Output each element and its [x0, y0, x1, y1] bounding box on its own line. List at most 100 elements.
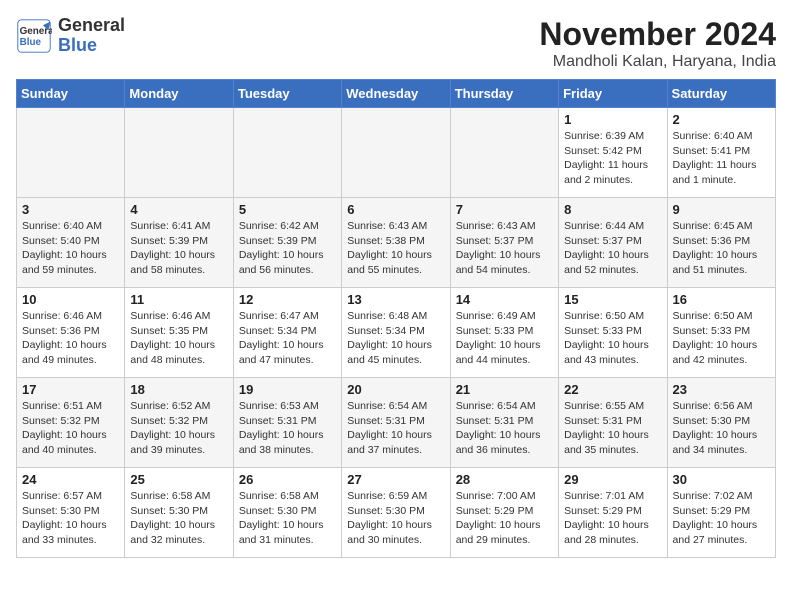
day-number: 28	[456, 472, 553, 487]
day-number: 16	[673, 292, 770, 307]
calendar-subtitle: Mandholi Kalan, Haryana, India	[539, 53, 776, 71]
calendar-header: Sunday Monday Tuesday Wednesday Thursday…	[17, 80, 776, 108]
calendar-cell: 24Sunrise: 6:57 AM Sunset: 5:30 PM Dayli…	[17, 468, 125, 558]
day-info: Sunrise: 6:44 AM Sunset: 5:37 PM Dayligh…	[564, 219, 661, 278]
day-number: 1	[564, 112, 661, 127]
title-block: November 2024 Mandholi Kalan, Haryana, I…	[539, 16, 776, 71]
day-info: Sunrise: 6:59 AM Sunset: 5:30 PM Dayligh…	[347, 489, 444, 548]
calendar-cell: 7 Sunrise: 6:43 AM Sunset: 5:37 PM Daylig…	[450, 198, 558, 288]
calendar-cell: 3 Sunrise: 6:40 AM Sunset: 5:40 PM Daylig…	[17, 198, 125, 288]
day-number: 19	[239, 382, 336, 397]
day-info: Sunrise: 6:50 AM Sunset: 5:33 PM Dayligh…	[564, 309, 661, 368]
calendar-week-row: 24Sunrise: 6:57 AM Sunset: 5:30 PM Dayli…	[17, 468, 776, 558]
day-info: Sunrise: 6:54 AM Sunset: 5:31 PM Dayligh…	[347, 399, 444, 458]
logo-line2: Blue	[58, 36, 125, 56]
col-thursday: Thursday	[450, 80, 558, 108]
day-number: 18	[130, 382, 227, 397]
day-number: 20	[347, 382, 444, 397]
page-header: General Blue General Blue November 2024 …	[16, 16, 776, 71]
day-info: Sunrise: 6:51 AM Sunset: 5:32 PM Dayligh…	[22, 399, 119, 458]
col-saturday: Saturday	[667, 80, 775, 108]
day-info: Sunrise: 6:50 AM Sunset: 5:33 PM Dayligh…	[673, 309, 770, 368]
calendar-week-row: 10 Sunrise: 6:46 AM Sunset: 5:36 PM Dayli…	[17, 288, 776, 378]
calendar-week-row: 17 Sunrise: 6:51 AM Sunset: 5:32 PM Dayli…	[17, 378, 776, 468]
calendar-cell: 8Sunrise: 6:44 AM Sunset: 5:37 PM Daylig…	[559, 198, 667, 288]
day-info: Sunrise: 6:46 AM Sunset: 5:36 PM Dayligh…	[22, 309, 119, 368]
day-number: 25	[130, 472, 227, 487]
day-number: 11	[130, 292, 227, 307]
day-info: Sunrise: 6:56 AM Sunset: 5:30 PM Dayligh…	[673, 399, 770, 458]
day-number: 3	[22, 202, 119, 217]
calendar-cell: 10 Sunrise: 6:46 AM Sunset: 5:36 PM Dayli…	[17, 288, 125, 378]
calendar-cell: 16 Sunrise: 6:50 AM Sunset: 5:33 PM Dayli…	[667, 288, 775, 378]
day-number: 23	[673, 382, 770, 397]
day-number: 24	[22, 472, 119, 487]
calendar-cell: 11 Sunrise: 6:46 AM Sunset: 5:35 PM Dayli…	[125, 288, 233, 378]
calendar-cell: 12 Sunrise: 6:47 AM Sunset: 5:34 PM Dayli…	[233, 288, 341, 378]
day-number: 30	[673, 472, 770, 487]
calendar-cell: 18Sunrise: 6:52 AM Sunset: 5:32 PM Dayli…	[125, 378, 233, 468]
logo-text: General Blue	[58, 16, 125, 56]
logo-icon: General Blue	[16, 18, 52, 54]
logo: General Blue General Blue	[16, 16, 125, 56]
day-info: Sunrise: 6:41 AM Sunset: 5:39 PM Dayligh…	[130, 219, 227, 278]
calendar-title: November 2024	[539, 16, 776, 53]
calendar-cell: 14 Sunrise: 6:49 AM Sunset: 5:33 PM Dayli…	[450, 288, 558, 378]
calendar-cell: 21 Sunrise: 6:54 AM Sunset: 5:31 PM Dayli…	[450, 378, 558, 468]
day-info: Sunrise: 6:40 AM Sunset: 5:41 PM Dayligh…	[673, 129, 770, 188]
day-info: Sunrise: 6:43 AM Sunset: 5:38 PM Dayligh…	[347, 219, 444, 278]
day-info: Sunrise: 7:01 AM Sunset: 5:29 PM Dayligh…	[564, 489, 661, 548]
calendar-week-row: 3 Sunrise: 6:40 AM Sunset: 5:40 PM Daylig…	[17, 198, 776, 288]
col-sunday: Sunday	[17, 80, 125, 108]
calendar-table: Sunday Monday Tuesday Wednesday Thursday…	[16, 79, 776, 558]
logo-line1: General	[58, 16, 125, 36]
day-info: Sunrise: 6:53 AM Sunset: 5:31 PM Dayligh…	[239, 399, 336, 458]
calendar-cell	[450, 108, 558, 198]
day-info: Sunrise: 6:48 AM Sunset: 5:34 PM Dayligh…	[347, 309, 444, 368]
calendar-cell: 4 Sunrise: 6:41 AM Sunset: 5:39 PM Daylig…	[125, 198, 233, 288]
svg-text:Blue: Blue	[20, 37, 42, 48]
day-number: 15	[564, 292, 661, 307]
day-number: 4	[130, 202, 227, 217]
calendar-cell: 15 Sunrise: 6:50 AM Sunset: 5:33 PM Dayli…	[559, 288, 667, 378]
day-info: Sunrise: 6:43 AM Sunset: 5:37 PM Dayligh…	[456, 219, 553, 278]
day-info: Sunrise: 6:54 AM Sunset: 5:31 PM Dayligh…	[456, 399, 553, 458]
day-info: Sunrise: 7:00 AM Sunset: 5:29 PM Dayligh…	[456, 489, 553, 548]
day-info: Sunrise: 6:58 AM Sunset: 5:30 PM Dayligh…	[130, 489, 227, 548]
day-number: 9	[673, 202, 770, 217]
day-info: Sunrise: 6:58 AM Sunset: 5:30 PM Dayligh…	[239, 489, 336, 548]
day-number: 27	[347, 472, 444, 487]
calendar-cell: 1 Sunrise: 6:39 AM Sunset: 5:42 PM Daylig…	[559, 108, 667, 198]
day-number: 14	[456, 292, 553, 307]
calendar-cell: 20 Sunrise: 6:54 AM Sunset: 5:31 PM Dayli…	[342, 378, 450, 468]
calendar-cell: 13 Sunrise: 6:48 AM Sunset: 5:34 PM Dayli…	[342, 288, 450, 378]
day-info: Sunrise: 6:47 AM Sunset: 5:34 PM Dayligh…	[239, 309, 336, 368]
day-number: 17	[22, 382, 119, 397]
day-number: 26	[239, 472, 336, 487]
col-tuesday: Tuesday	[233, 80, 341, 108]
calendar-cell: 25 Sunrise: 6:58 AM Sunset: 5:30 PM Dayli…	[125, 468, 233, 558]
day-number: 21	[456, 382, 553, 397]
day-info: Sunrise: 6:39 AM Sunset: 5:42 PM Dayligh…	[564, 129, 661, 188]
calendar-cell: 22Sunrise: 6:55 AM Sunset: 5:31 PM Dayli…	[559, 378, 667, 468]
col-monday: Monday	[125, 80, 233, 108]
day-number: 29	[564, 472, 661, 487]
calendar-cell: 6 Sunrise: 6:43 AM Sunset: 5:38 PM Daylig…	[342, 198, 450, 288]
day-info: Sunrise: 6:46 AM Sunset: 5:35 PM Dayligh…	[130, 309, 227, 368]
day-number: 12	[239, 292, 336, 307]
day-number: 6	[347, 202, 444, 217]
calendar-cell	[342, 108, 450, 198]
day-info: Sunrise: 6:40 AM Sunset: 5:40 PM Dayligh…	[22, 219, 119, 278]
calendar-week-row: 1 Sunrise: 6:39 AM Sunset: 5:42 PM Daylig…	[17, 108, 776, 198]
day-info: Sunrise: 7:02 AM Sunset: 5:29 PM Dayligh…	[673, 489, 770, 548]
day-number: 13	[347, 292, 444, 307]
day-info: Sunrise: 6:49 AM Sunset: 5:33 PM Dayligh…	[456, 309, 553, 368]
calendar-cell	[17, 108, 125, 198]
day-number: 7	[456, 202, 553, 217]
day-number: 10	[22, 292, 119, 307]
day-number: 22	[564, 382, 661, 397]
calendar-cell: 5Sunrise: 6:42 AM Sunset: 5:39 PM Daylig…	[233, 198, 341, 288]
calendar-cell	[233, 108, 341, 198]
day-info: Sunrise: 6:42 AM Sunset: 5:39 PM Dayligh…	[239, 219, 336, 278]
calendar-cell: 19 Sunrise: 6:53 AM Sunset: 5:31 PM Dayli…	[233, 378, 341, 468]
